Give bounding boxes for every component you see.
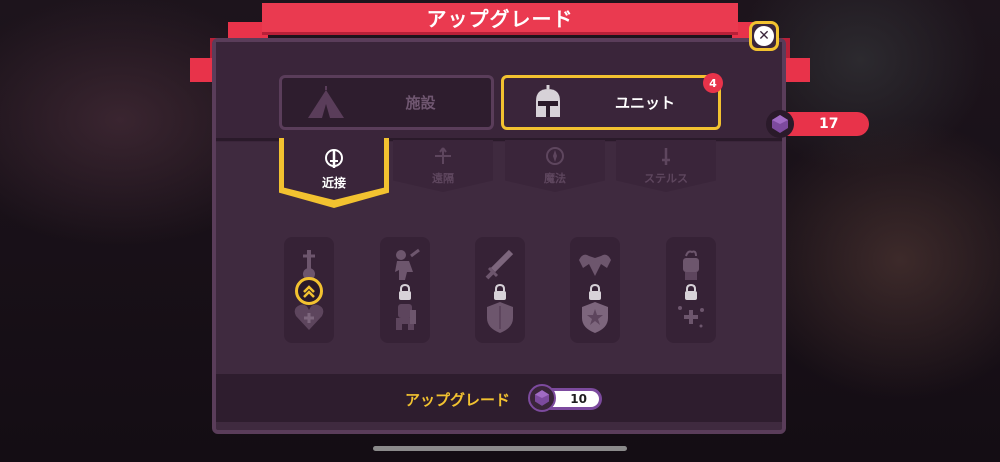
sub-tab-ranged-label: 遠隔	[432, 172, 454, 185]
sub-tab-magic-label: 魔法	[544, 172, 566, 185]
dagger-icon	[662, 148, 670, 165]
shoulder-armor-icon[interactable]	[573, 243, 617, 287]
upgrade-column-3	[475, 237, 525, 343]
sub-tab-melee[interactable]: 近接	[284, 138, 384, 200]
upgrade-column-5	[666, 237, 716, 343]
upgrade-label: アップグレード	[405, 391, 511, 409]
sword-icon	[325, 148, 343, 168]
magic-circle-icon	[546, 147, 564, 165]
warrior-strike-icon[interactable]	[383, 243, 427, 287]
tab-unit[interactable]: ユニット	[501, 75, 721, 130]
home-indicator[interactable]	[373, 446, 627, 451]
sub-tab-melee-label: 近接	[321, 175, 346, 190]
notification-badge: 4	[703, 73, 723, 93]
arrows-icon	[435, 147, 451, 164]
tab-facility-label: 施設	[405, 94, 436, 112]
upgrade-cost-value: 10	[570, 392, 587, 406]
title-ribbon: アップグレード	[262, 3, 738, 35]
upgrade-column-4	[570, 237, 620, 343]
tab-facility[interactable]: 施設	[279, 75, 494, 130]
greatsword-icon[interactable]	[478, 243, 522, 287]
knight-helmet-icon	[524, 83, 572, 123]
tab-unit-label: ユニット	[614, 94, 675, 112]
sparkle-plus-icon[interactable]	[669, 295, 713, 339]
purple-gem-icon	[766, 110, 794, 138]
close-button[interactable]: ✕	[749, 21, 779, 51]
sub-tab-stealth-label: ステルス	[644, 172, 688, 185]
upgrade-column-2	[380, 237, 430, 343]
armored-knight-icon[interactable]	[383, 295, 427, 339]
close-icon: ✕	[754, 26, 774, 46]
shield-icon[interactable]	[478, 295, 522, 339]
heart-plus-icon[interactable]	[287, 295, 331, 339]
tent-icon	[302, 83, 350, 123]
currency-value: 17	[819, 116, 839, 132]
purple-gem-icon	[528, 384, 556, 412]
fist-icon[interactable]	[669, 243, 713, 287]
upgrade-column-1	[284, 237, 334, 343]
page-title: アップグレード	[426, 7, 574, 31]
star-shield-icon[interactable]	[573, 295, 617, 339]
